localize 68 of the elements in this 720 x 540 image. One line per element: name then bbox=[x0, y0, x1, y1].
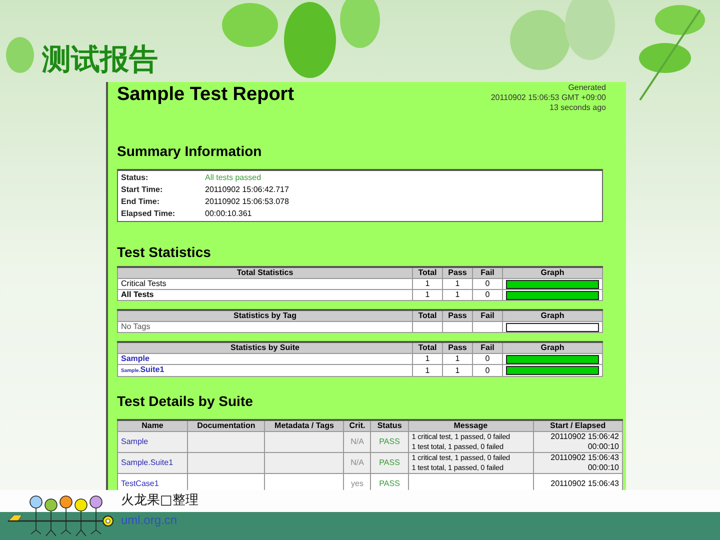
column-header: Graph bbox=[502, 310, 602, 322]
suite-link[interactable]: Sample bbox=[121, 354, 150, 363]
site-text: uml.org.cn bbox=[121, 512, 178, 528]
generated-text: 13 seconds ago bbox=[548, 103, 606, 113]
table-cell: 1 bbox=[455, 354, 460, 363]
column-header: Status bbox=[370, 420, 408, 432]
summary-label: Status: bbox=[121, 172, 150, 184]
column-header: Documentation bbox=[188, 420, 265, 432]
table-cell-text: 00:00:10 bbox=[586, 463, 619, 473]
summary-value: 00:00:10.361 bbox=[205, 208, 252, 220]
section-heading: Summary Information bbox=[117, 143, 262, 159]
table-cell-text: 20110902 15:06:43 bbox=[550, 453, 619, 463]
status-text: PASS bbox=[379, 437, 400, 446]
column-header: Fail bbox=[472, 342, 502, 354]
stat-name: Critical Tests bbox=[121, 279, 166, 288]
suite-link[interactable]: Sample bbox=[121, 437, 148, 446]
column-header: Crit. bbox=[344, 420, 371, 432]
table-cell: 0 bbox=[485, 290, 490, 299]
column-header: Message bbox=[408, 420, 534, 432]
column-header: Graph bbox=[502, 267, 602, 278]
stat-name: No Tags bbox=[121, 322, 150, 331]
table-cell: 1 bbox=[425, 290, 430, 299]
column-header: Name bbox=[118, 420, 188, 432]
slide-title: 测试报告 bbox=[42, 42, 158, 76]
summary-label: End Time: bbox=[121, 196, 161, 208]
table-cell: 1 bbox=[425, 354, 430, 363]
column-header: Start / Elapsed bbox=[533, 420, 622, 432]
table-cell: 1 bbox=[455, 290, 460, 299]
section-heading: Test Details by Suite bbox=[117, 393, 254, 409]
column-header: Total bbox=[412, 267, 442, 278]
summary-label: Elapsed Time: bbox=[121, 208, 176, 220]
column-header: Fail bbox=[472, 310, 502, 322]
generated-text: 20110902 15:06:53 GMT +09:00 bbox=[490, 93, 606, 103]
column-header: Graph bbox=[502, 342, 602, 354]
summary-value: 20110902 15:06:42.717 bbox=[205, 184, 289, 196]
column-header: Statistics by Suite bbox=[118, 342, 412, 354]
status-text: PASS bbox=[379, 479, 400, 488]
table-cell: N/A bbox=[350, 458, 364, 467]
status-text: PASS bbox=[379, 458, 400, 467]
table-cell: 1 bbox=[455, 279, 460, 288]
generated-text: Generated bbox=[567, 83, 606, 93]
table-cell: 0 bbox=[485, 366, 490, 374]
stat-name: All Tests bbox=[121, 290, 154, 299]
table-cell: 1 bbox=[455, 366, 460, 374]
column-header: Total bbox=[412, 342, 442, 354]
column-header: Metadata / Tags bbox=[264, 420, 344, 432]
section-heading: Test Statistics bbox=[117, 244, 212, 260]
column-header: Statistics by Tag bbox=[118, 310, 412, 322]
table-cell-text: 00:00:10 bbox=[586, 442, 619, 452]
table-cell-text: 20110902 15:06:43 bbox=[550, 479, 619, 489]
summary-label: Start Time: bbox=[121, 184, 164, 196]
table-cell: 0 bbox=[485, 354, 490, 363]
table-cell: 0 bbox=[485, 279, 490, 288]
table-cell: 1 bbox=[425, 366, 430, 374]
column-header: Total Statistics bbox=[118, 267, 412, 278]
column-header: Pass bbox=[442, 267, 472, 278]
credit-text: 火龙果□整理 bbox=[121, 492, 198, 510]
column-header: Fail bbox=[472, 267, 502, 278]
table-cell: N/A bbox=[350, 437, 364, 446]
table-cell: yes bbox=[351, 479, 364, 488]
summary-value: All tests passed bbox=[205, 172, 262, 184]
column-header: Pass bbox=[442, 310, 472, 322]
report-title: Sample Test Report bbox=[117, 83, 294, 107]
column-header: Pass bbox=[442, 342, 472, 354]
summary-value: 20110902 15:06:53.078 bbox=[205, 196, 289, 208]
table-cell-text: 20110902 15:06:42 bbox=[550, 432, 619, 442]
column-header: Total bbox=[412, 310, 442, 322]
table-cell: 1 bbox=[425, 279, 430, 288]
